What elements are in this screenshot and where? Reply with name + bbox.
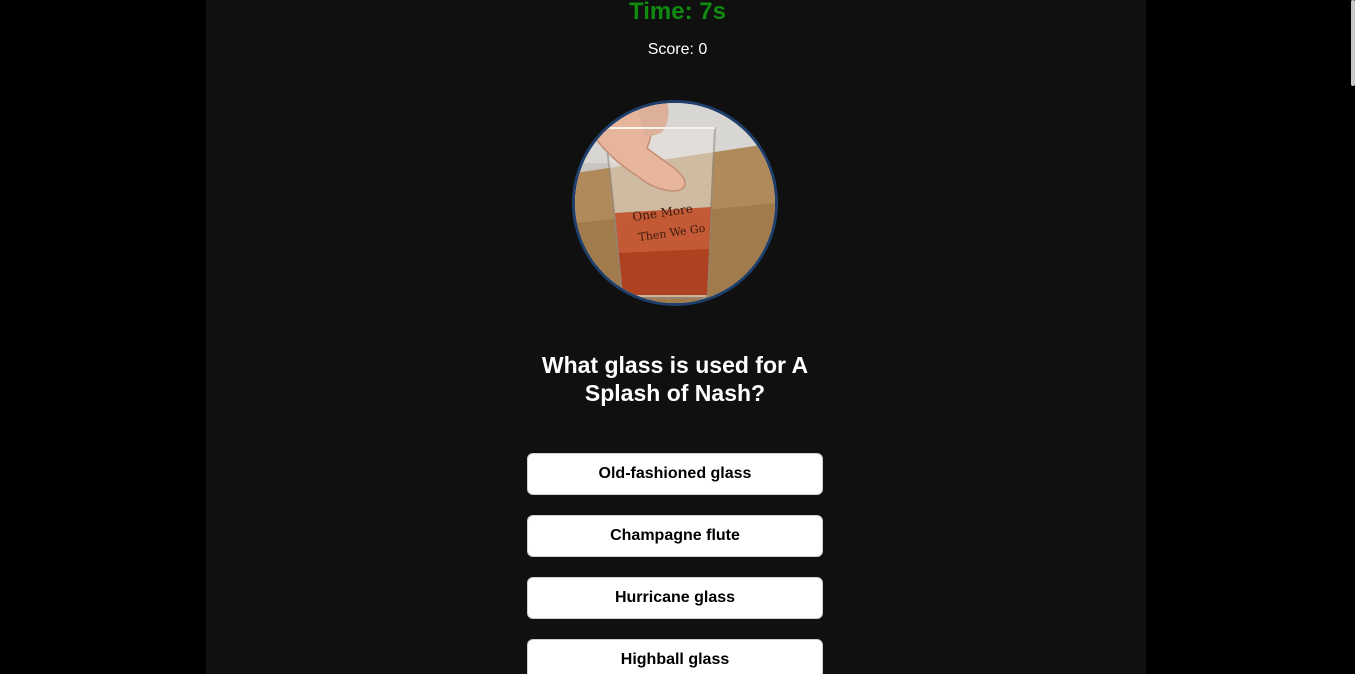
answer-label: Hurricane glass xyxy=(614,589,736,606)
answer-button-highball[interactable]: Highball glass xyxy=(527,639,823,674)
scrollbar-thumb[interactable] xyxy=(1351,0,1355,86)
cocktail-photo: One More Then We Go xyxy=(572,100,778,306)
timer-text: Time: 7s xyxy=(629,0,726,25)
answer-label: Champagne flute xyxy=(610,527,740,544)
answer-button-hurricane[interactable]: Hurricane glass xyxy=(527,577,823,619)
page: Time: 7s Score: 0 One More Then We Go Wh… xyxy=(0,0,1355,674)
answer-label: Highball glass xyxy=(620,651,730,668)
answer-button-champagne-flute[interactable]: Champagne flute xyxy=(527,515,823,557)
answer-label: Old-fashioned glass xyxy=(598,465,752,482)
cocktail-photo-graphic: One More Then We Go xyxy=(575,103,775,303)
question-text: What glass is used for A Splash of Nash? xyxy=(541,352,809,406)
answer-button-old-fashioned[interactable]: Old-fashioned glass xyxy=(527,453,823,495)
score-text: Score: 0 xyxy=(647,41,708,58)
